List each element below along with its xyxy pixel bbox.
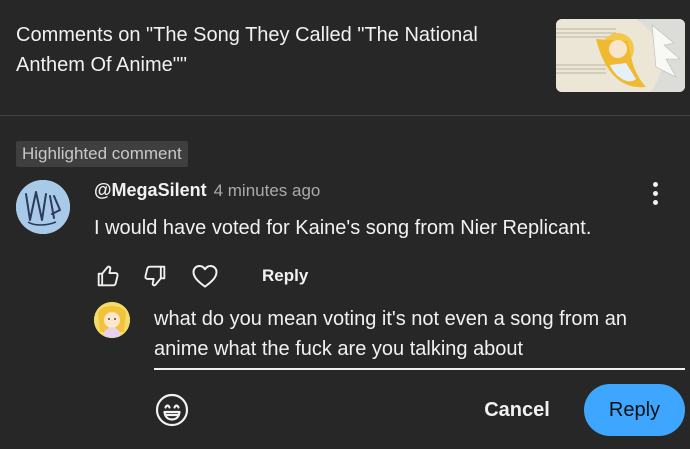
comment-meta: @MegaSilent 4 minutes ago [94, 180, 320, 208]
reply-link[interactable]: Reply [262, 264, 308, 288]
more-vertical-icon[interactable] [642, 178, 668, 208]
comments-header: Comments on "The Song They Called "The N… [0, 0, 690, 116]
comment-author[interactable]: @MegaSilent [94, 180, 207, 201]
emoji-icon[interactable] [154, 392, 190, 428]
thumbs-down-icon[interactable] [141, 262, 169, 290]
submit-reply-button[interactable]: Reply [584, 384, 685, 436]
thumbs-up-icon[interactable] [94, 262, 122, 290]
heart-icon[interactable] [190, 261, 220, 291]
commenter-avatar[interactable] [16, 180, 70, 234]
user-avatar [94, 302, 130, 338]
cancel-button[interactable]: Cancel [468, 384, 566, 436]
header-title: Comments on "The Song They Called "The N… [16, 24, 478, 76]
reply-input[interactable]: what do you mean voting it's not even a … [154, 304, 685, 370]
comment-timestamp[interactable]: 4 minutes ago [214, 181, 321, 201]
comment-text: I would have voted for Kaine's song from… [94, 217, 592, 239]
highlighted-comment-badge: Highlighted comment [16, 141, 188, 167]
video-thumbnail[interactable] [556, 19, 685, 92]
